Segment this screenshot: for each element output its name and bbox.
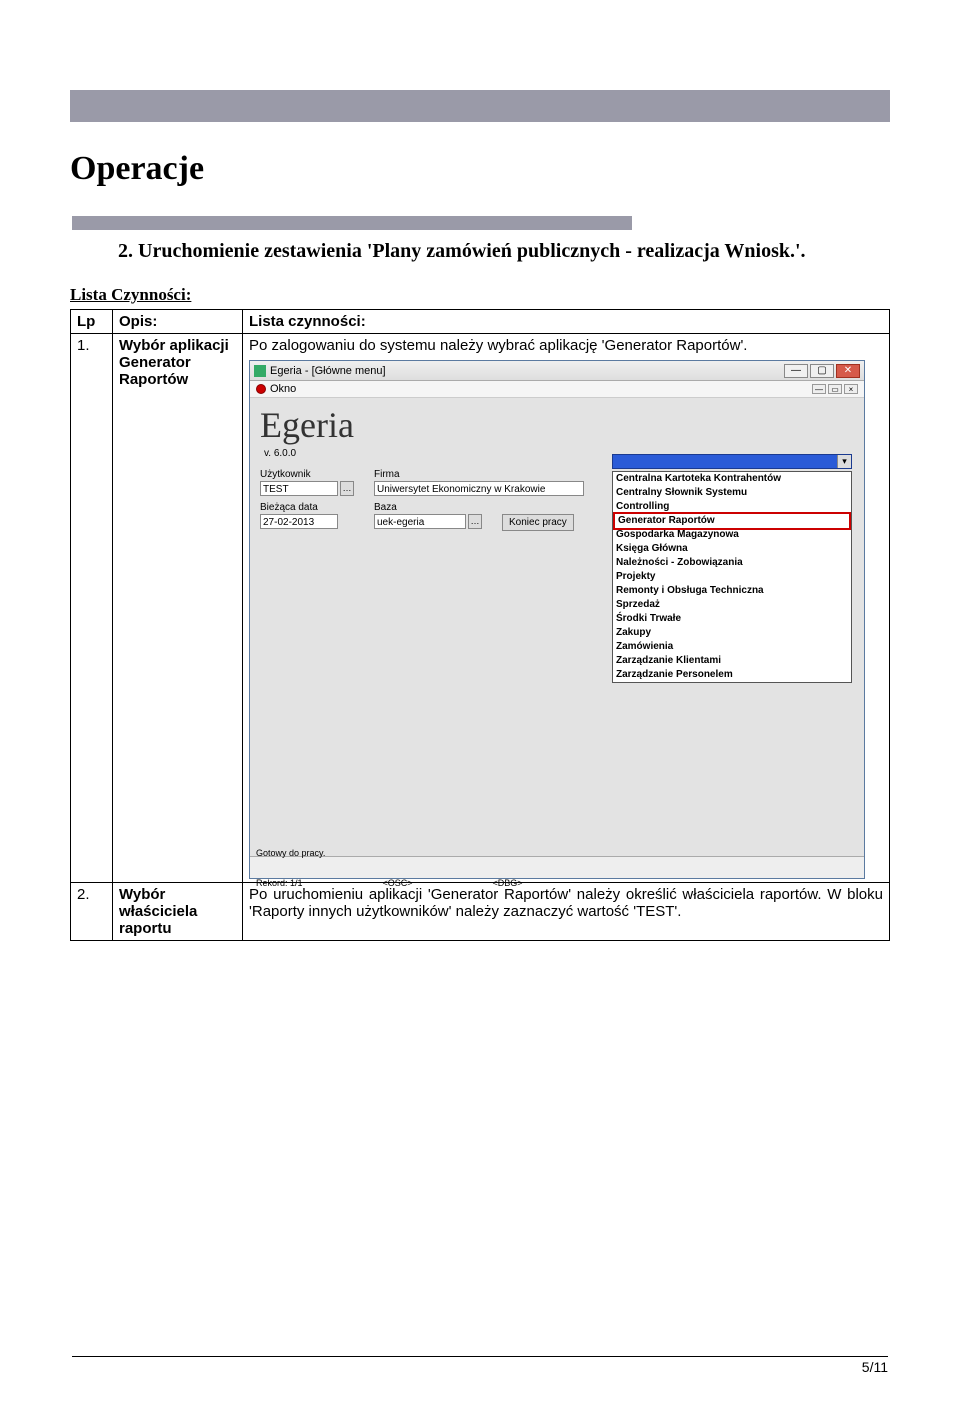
app-icon: [254, 365, 266, 377]
end-work-button[interactable]: Koniec pracy: [502, 514, 574, 531]
section-bar: [72, 216, 632, 230]
menu-okno[interactable]: Okno: [270, 383, 296, 395]
lookup-uzytkownik-button[interactable]: …: [340, 481, 354, 496]
cell-detail: Po zalogowaniu do systemu należy wybrać …: [243, 334, 890, 883]
inner-maximize-button[interactable]: ▭: [828, 384, 842, 394]
titlebar: Egeria - [Główne menu] — ▢ ✕: [250, 361, 864, 381]
chevron-down-icon[interactable]: ▾: [837, 455, 851, 468]
dropdown-item[interactable]: Księga Główna: [613, 542, 851, 556]
cell-lp: 2.: [71, 883, 113, 941]
dropdown-item[interactable]: Remonty i Obsługa Techniczna: [613, 584, 851, 598]
status-ready: Gotowy do pracy.: [256, 848, 325, 858]
dropdown-item[interactable]: Należności - Zobowiązania: [613, 556, 851, 570]
window-title: Egeria - [Główne menu]: [270, 365, 386, 377]
lookup-baza-button[interactable]: …: [468, 514, 482, 529]
table-row: 1. Wybór aplikacji Generator Raportów Po…: [71, 334, 890, 883]
header-bar: [70, 90, 890, 122]
section-heading: 2. Uruchomienie zestawienia 'Plany zamów…: [118, 238, 890, 265]
input-firma[interactable]: Uniwersytet Ekonomiczny w Krakowie: [374, 481, 584, 496]
app-window: Egeria - [Główne menu] — ▢ ✕ Okno —: [249, 360, 865, 879]
th-lp: Lp: [71, 310, 113, 334]
status-bar: Gotowy do pracy. Rekord: 1/1 <OSC> <DBG>: [250, 856, 864, 878]
dropdown-item-generator-raportow[interactable]: Generator Raportów: [613, 512, 851, 530]
dropdown-item[interactable]: Środki Trwałe: [613, 612, 851, 626]
close-button[interactable]: ✕: [836, 364, 860, 378]
label-uzytkownik: Użytkownik: [260, 469, 356, 480]
label-data: Bieżąca data: [260, 502, 356, 513]
steps-table: Lp Opis: Lista czynności: 1. Wybór aplik…: [70, 309, 890, 941]
maximize-button[interactable]: ▢: [810, 364, 834, 378]
list-label: Lista Czynności:: [70, 285, 890, 305]
dropdown-item[interactable]: Sprzedaż: [613, 598, 851, 612]
page-title: Operacje: [70, 150, 890, 188]
dropdown-item[interactable]: Zarządzanie Klientami: [613, 654, 851, 668]
input-baza[interactable]: uek-egeria: [374, 514, 466, 529]
dropdown-item[interactable]: Zakupy: [613, 626, 851, 640]
minimize-button[interactable]: —: [784, 364, 808, 378]
inner-close-button[interactable]: ×: [844, 384, 858, 394]
dropdown-item[interactable]: Projekty: [613, 570, 851, 584]
input-data[interactable]: 27-02-2013: [260, 514, 338, 529]
cell-opis: Wybór aplikacji Generator Raportów: [113, 334, 243, 883]
label-baza: Baza: [374, 502, 484, 513]
app-body: Egeria v. 6.0.0 Użytkownik TEST …: [250, 398, 864, 878]
page-footer: 5/11: [72, 1356, 888, 1375]
th-lista: Lista czynności:: [243, 310, 890, 334]
page-number: 5/11: [862, 1359, 888, 1375]
app-logo: Egeria: [260, 405, 354, 445]
cell-lp: 1.: [71, 334, 113, 883]
step-description: Po zalogowaniu do systemu należy wybrać …: [249, 337, 883, 354]
dropdown-item[interactable]: Centralna Kartoteka Kontrahentów: [613, 472, 851, 486]
dropdown-item[interactable]: Zamówienia: [613, 640, 851, 654]
cell-opis: Wybór właściciela raportu: [113, 883, 243, 941]
input-uzytkownik[interactable]: TEST: [260, 481, 338, 496]
inner-minimize-button[interactable]: —: [812, 384, 826, 394]
table-row: 2. Wybór właściciela raportu Po uruchomi…: [71, 883, 890, 941]
label-firma: Firma: [374, 469, 584, 480]
th-opis: Opis:: [113, 310, 243, 334]
dropdown-item[interactable]: Centralny Słownik Systemu: [613, 486, 851, 500]
status-osc: <OSC>: [383, 878, 413, 888]
dropdown-item[interactable]: Gospodarka Magazynowa: [613, 528, 851, 542]
record-icon: [256, 384, 266, 394]
step-description: Po uruchomieniu aplikacji 'Generator Rap…: [243, 883, 890, 941]
dropdown-item[interactable]: Zarządzanie Personelem: [613, 668, 851, 682]
menu-bar: Okno — ▭ ×: [250, 381, 864, 398]
status-record: Rekord: 1/1: [256, 878, 303, 888]
module-dropdown: Centralna Kartoteka Kontrahentów Central…: [612, 471, 852, 683]
module-select[interactable]: ▾: [612, 454, 852, 469]
status-dbg: <DBG>: [493, 878, 523, 888]
